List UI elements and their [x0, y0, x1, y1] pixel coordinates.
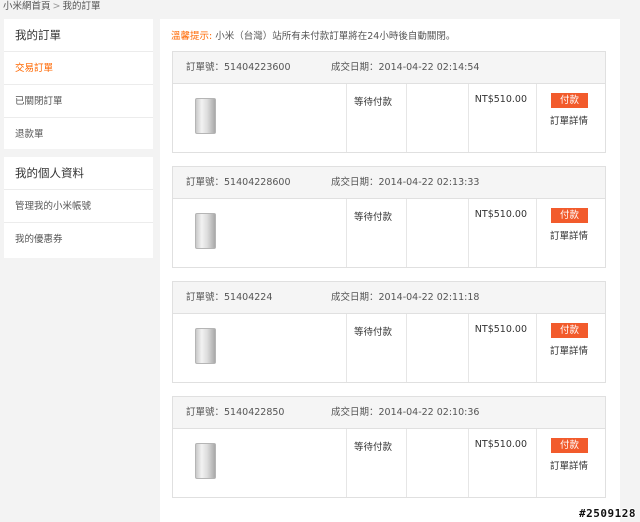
product-thumbnail[interactable] [195, 328, 216, 364]
order-empty-cell [407, 429, 469, 497]
product-thumbnail[interactable] [195, 443, 216, 479]
order-status-cell: 等待付款 [347, 314, 407, 382]
pay-button[interactable]: 付款 [551, 93, 588, 108]
pay-button[interactable]: 付款 [551, 438, 588, 453]
breadcrumb-separator: > [52, 1, 61, 12]
sidebar-orders-title: 我的訂單 [4, 19, 153, 52]
order-body: 等待付款 NT$510.00 付款 訂單詳情 [173, 84, 605, 152]
order-actions-cell: 付款 訂單詳情 [537, 199, 607, 267]
order-detail-link[interactable]: 訂單詳情 [550, 458, 588, 472]
order-number-label: 訂單號： [186, 292, 225, 303]
order-detail-link[interactable]: 訂單詳情 [550, 343, 588, 357]
order-empty-cell [407, 84, 469, 152]
order-empty-cell [407, 314, 469, 382]
sidebar-profile-panel: 我的個人資料 管理我的小米帳號 我的優惠券 [4, 157, 153, 258]
order-card: 訂單號：51404223600 成交日期：2014-04-22 02:14:54… [172, 51, 606, 153]
order-number: 5140422850 [224, 407, 285, 418]
order-price-cell: NT$510.00 [469, 199, 537, 267]
order-detail-link[interactable]: 訂單詳情 [550, 113, 588, 127]
order-header: 訂單號：51404223600 成交日期：2014-04-22 02:14:54 [173, 52, 605, 84]
order-number-label: 訂單號： [186, 177, 225, 188]
order-date: 2014-04-22 02:11:18 [378, 292, 480, 303]
order-price-cell: NT$510.00 [469, 314, 537, 382]
pay-button[interactable]: 付款 [551, 208, 588, 223]
sidebar-item-trade-orders[interactable]: 交易訂單 [4, 52, 153, 85]
sidebar-item-coupons[interactable]: 我的優惠券 [4, 223, 153, 256]
order-product-cell [173, 314, 347, 382]
notice-label: 溫馨提示: [171, 31, 213, 42]
order-number: 51404224 [224, 292, 273, 303]
order-empty-cell [407, 199, 469, 267]
order-date-label: 成交日期： [331, 177, 379, 188]
order-product-cell [173, 84, 347, 152]
order-actions-cell: 付款 訂單詳情 [537, 429, 607, 497]
pay-button[interactable]: 付款 [551, 323, 588, 338]
order-card: 訂單號：51404228600 成交日期：2014-04-22 02:13:33… [172, 166, 606, 268]
order-actions-cell: 付款 訂單詳情 [537, 84, 607, 152]
order-body: 等待付款 NT$510.00 付款 訂單詳情 [173, 429, 605, 497]
order-price: NT$510.00 [474, 439, 527, 450]
sidebar-item-closed-orders[interactable]: 已關閉訂單 [4, 85, 153, 118]
notice-text: 小米（台灣）站所有未付款訂單將在24小時後自動關閉。 [215, 31, 456, 42]
product-thumbnail[interactable] [195, 98, 216, 134]
order-price-cell: NT$510.00 [469, 429, 537, 497]
order-date: 2014-04-22 02:10:36 [378, 407, 480, 418]
sidebar-item-manage-account[interactable]: 管理我的小米帳號 [4, 190, 153, 223]
order-date-label: 成交日期： [331, 62, 379, 73]
order-header: 訂單號：5140422850 成交日期：2014-04-22 02:10:36 [173, 397, 605, 429]
order-status-cell: 等待付款 [347, 84, 407, 152]
order-status: 等待付款 [354, 212, 393, 223]
order-card: 訂單號：51404224 成交日期：2014-04-22 02:11:18 等待… [172, 281, 606, 383]
order-status: 等待付款 [354, 97, 393, 108]
order-price-cell: NT$510.00 [469, 84, 537, 152]
order-date: 2014-04-22 02:14:54 [378, 62, 480, 73]
sidebar-item-refunds[interactable]: 退款單 [4, 118, 153, 151]
order-number: 51404223600 [224, 62, 291, 73]
order-price: NT$510.00 [474, 209, 527, 220]
order-status-cell: 等待付款 [347, 429, 407, 497]
product-thumbnail[interactable] [195, 213, 216, 249]
order-price: NT$510.00 [474, 94, 527, 105]
order-body: 等待付款 NT$510.00 付款 訂單詳情 [173, 314, 605, 382]
watermark: #2509128 [579, 507, 636, 520]
order-status-cell: 等待付款 [347, 199, 407, 267]
orders-main-panel: 溫馨提示: 小米（台灣）站所有未付款訂單將在24小時後自動關閉。 訂單號：514… [160, 19, 620, 522]
sidebar-orders-panel: 我的訂單 交易訂單 已關閉訂單 退款單 [4, 19, 153, 149]
order-actions-cell: 付款 訂單詳情 [537, 314, 607, 382]
order-detail-link[interactable]: 訂單詳情 [550, 228, 588, 242]
order-status: 等待付款 [354, 442, 393, 453]
order-product-cell [173, 199, 347, 267]
order-date-label: 成交日期： [331, 407, 379, 418]
order-number-label: 訂單號： [186, 407, 225, 418]
order-header: 訂單號：51404224 成交日期：2014-04-22 02:11:18 [173, 282, 605, 314]
order-header: 訂單號：51404228600 成交日期：2014-04-22 02:13:33 [173, 167, 605, 199]
order-product-cell [173, 429, 347, 497]
order-number-label: 訂單號： [186, 62, 225, 73]
breadcrumb-current: 我的訂單 [62, 1, 101, 12]
order-body: 等待付款 NT$510.00 付款 訂單詳情 [173, 199, 605, 267]
order-status: 等待付款 [354, 327, 393, 338]
order-number: 51404228600 [224, 177, 291, 188]
sidebar-profile-title: 我的個人資料 [4, 157, 153, 190]
notice-banner: 溫馨提示: 小米（台灣）站所有未付款訂單將在24小時後自動關閉。 [171, 28, 455, 42]
order-date-label: 成交日期： [331, 292, 379, 303]
breadcrumb-home-link[interactable]: 小米網首頁 [3, 1, 51, 12]
order-price: NT$510.00 [474, 324, 527, 335]
order-date: 2014-04-22 02:13:33 [378, 177, 480, 188]
breadcrumb: 小米網首頁 > 我的訂單 [3, 0, 101, 14]
order-card: 訂單號：5140422850 成交日期：2014-04-22 02:10:36 … [172, 396, 606, 498]
